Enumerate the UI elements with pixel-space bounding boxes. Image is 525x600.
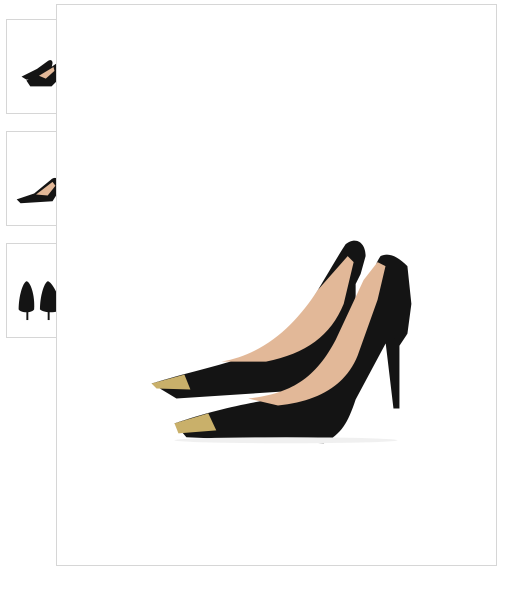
product-image-gallery [0,0,525,600]
back-shoe-toe-cap [151,374,191,390]
main-product-image[interactable] [56,4,497,566]
front-shoe-shadow [174,437,398,444]
front-shoe-heel [385,333,408,409]
black-pointed-pump-pair [151,240,412,444]
